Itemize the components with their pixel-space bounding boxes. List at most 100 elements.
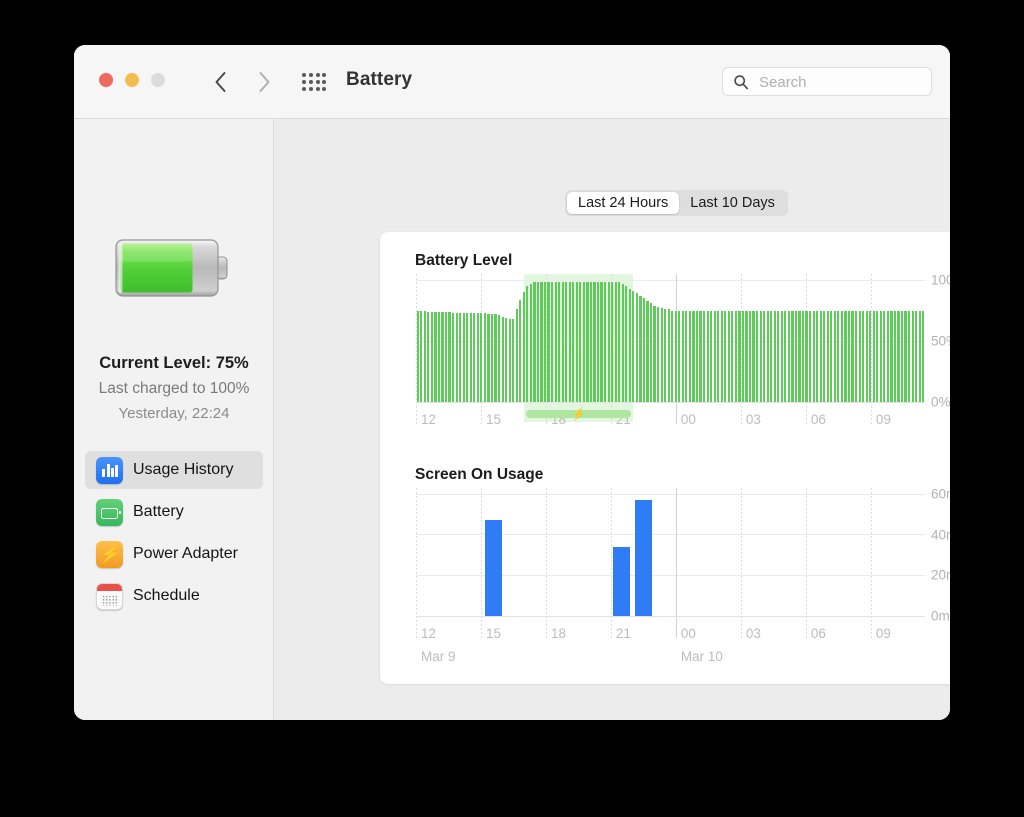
battery-level-bar bbox=[795, 311, 797, 403]
battery-level-bar bbox=[763, 311, 765, 403]
battery-level-bar bbox=[703, 311, 705, 403]
battery-level-bar bbox=[668, 309, 670, 402]
battery-level-bar bbox=[827, 311, 829, 403]
time-range-segmented-control[interactable]: Last 24 Hours Last 10 Days bbox=[565, 190, 788, 216]
battery-level-bar bbox=[859, 311, 861, 403]
battery-status-icon bbox=[108, 235, 238, 301]
battery-level-bar bbox=[583, 282, 585, 402]
battery-level-bar bbox=[894, 311, 896, 403]
minimize-window-button[interactable] bbox=[125, 73, 139, 87]
battery-level-bar bbox=[487, 314, 489, 402]
usage-history-icon bbox=[96, 457, 123, 484]
battery-level-bar bbox=[530, 284, 532, 402]
battery-level-bar bbox=[707, 311, 709, 403]
zoom-window-button[interactable] bbox=[151, 73, 165, 87]
battery-level-bar bbox=[625, 286, 627, 402]
battery-level-bar bbox=[533, 282, 535, 402]
battery-level-bar bbox=[473, 313, 475, 402]
gridline-horizontal bbox=[416, 280, 925, 281]
battery-level-bar bbox=[735, 311, 737, 403]
chevron-right-icon bbox=[258, 71, 271, 93]
battery-level-bar bbox=[760, 311, 762, 403]
battery-level-bar bbox=[608, 282, 610, 402]
battery-level-bar bbox=[590, 282, 592, 402]
battery-level-bar bbox=[915, 311, 917, 403]
search-icon bbox=[733, 74, 749, 90]
x-axis-tick-label: 18 bbox=[551, 626, 566, 641]
battery-level-chart: 0%50%100%1215182100030609⚡ bbox=[416, 280, 925, 402]
battery-level-bar bbox=[600, 282, 602, 402]
battery-level-bar bbox=[540, 282, 542, 402]
x-axis-tick-label: 09 bbox=[876, 412, 891, 427]
battery-level-bar bbox=[901, 311, 903, 403]
battery-level-bar bbox=[611, 282, 613, 402]
battery-level-bar bbox=[848, 311, 850, 403]
battery-level-bar bbox=[908, 311, 910, 403]
x-axis-tick-label: 00 bbox=[681, 626, 696, 641]
battery-level-bar bbox=[876, 311, 878, 403]
battery-level-bar bbox=[509, 319, 511, 402]
battery-level-bar bbox=[664, 309, 666, 402]
battery-level-bar bbox=[555, 282, 557, 402]
x-axis-tick-label: 06 bbox=[811, 626, 826, 641]
y-axis-tick-label: 40m bbox=[931, 527, 950, 542]
battery-level-bar bbox=[427, 312, 429, 402]
battery-level-bar bbox=[749, 311, 751, 403]
x-axis-tick-label: 00 bbox=[681, 412, 696, 427]
battery-level-bar bbox=[922, 311, 924, 403]
battery-level-bar bbox=[438, 312, 440, 402]
battery-level-bar bbox=[866, 311, 868, 403]
charging-indicator-bar: ⚡ bbox=[526, 410, 630, 418]
bolt-icon: ⚡ bbox=[571, 408, 586, 420]
x-axis-day-label: Mar 10 bbox=[681, 649, 723, 664]
sidebar-item-schedule[interactable]: Schedule bbox=[85, 577, 263, 615]
battery-level-bar bbox=[781, 311, 783, 403]
tab-last-24-hours[interactable]: Last 24 Hours bbox=[567, 192, 679, 214]
battery-level-bar bbox=[448, 312, 450, 402]
battery-level-bar bbox=[851, 311, 853, 403]
battery-level-bar bbox=[597, 282, 599, 402]
battery-level-bar bbox=[767, 311, 769, 403]
back-button[interactable] bbox=[207, 67, 233, 97]
battery-level-bar bbox=[678, 311, 680, 403]
sidebar: Current Level: 75% Last charged to 100% … bbox=[74, 119, 274, 720]
current-level-label: Current Level: 75% bbox=[74, 354, 274, 373]
x-axis-line bbox=[416, 616, 925, 617]
close-window-button[interactable] bbox=[99, 73, 113, 87]
battery-level-bar bbox=[604, 282, 606, 402]
battery-level-bar bbox=[883, 311, 885, 403]
screen-on-usage-chart: 0m20m40m60m1215182100030609Mar 9Mar 10 bbox=[416, 494, 925, 616]
x-axis-tick-label: 12 bbox=[421, 412, 436, 427]
battery-level-bar bbox=[721, 311, 723, 403]
battery-level-bar bbox=[830, 311, 832, 403]
battery-level-bar bbox=[646, 301, 648, 402]
charts-card: Battery Level 0%50%100%1215182100030609⚡… bbox=[380, 232, 950, 684]
schedule-icon bbox=[96, 583, 123, 610]
search-input[interactable] bbox=[757, 68, 925, 97]
battery-level-bar bbox=[576, 282, 578, 402]
battery-level-bar bbox=[788, 311, 790, 403]
battery-level-bar bbox=[738, 311, 740, 403]
battery-level-bar bbox=[912, 311, 914, 403]
tab-last-10-days[interactable]: Last 10 Days bbox=[679, 192, 786, 214]
battery-level-bar bbox=[714, 311, 716, 403]
sidebar-item-battery[interactable]: Battery bbox=[85, 493, 263, 531]
sidebar-item-usage-history[interactable]: Usage History bbox=[85, 451, 263, 489]
x-axis-tick-label: 03 bbox=[746, 626, 761, 641]
battery-level-bar bbox=[470, 313, 472, 402]
battery-level-bar bbox=[572, 282, 574, 402]
battery-preferences-window: Battery bbox=[74, 45, 950, 720]
show-all-preferences-icon[interactable] bbox=[302, 73, 327, 92]
sidebar-item-power-adapter[interactable]: ⚡ Power Adapter bbox=[85, 535, 263, 573]
screen-on-usage-bar bbox=[613, 547, 630, 616]
battery-level-bar bbox=[696, 311, 698, 403]
battery-level-bar bbox=[516, 309, 518, 402]
battery-level-bar bbox=[551, 282, 553, 402]
search-box[interactable] bbox=[722, 67, 932, 96]
battery-level-bar bbox=[880, 311, 882, 403]
battery-level-bar bbox=[777, 311, 779, 403]
battery-level-bar bbox=[897, 311, 899, 403]
battery-level-bar bbox=[544, 282, 546, 402]
power-adapter-icon: ⚡ bbox=[96, 541, 123, 568]
forward-button[interactable] bbox=[251, 67, 277, 97]
